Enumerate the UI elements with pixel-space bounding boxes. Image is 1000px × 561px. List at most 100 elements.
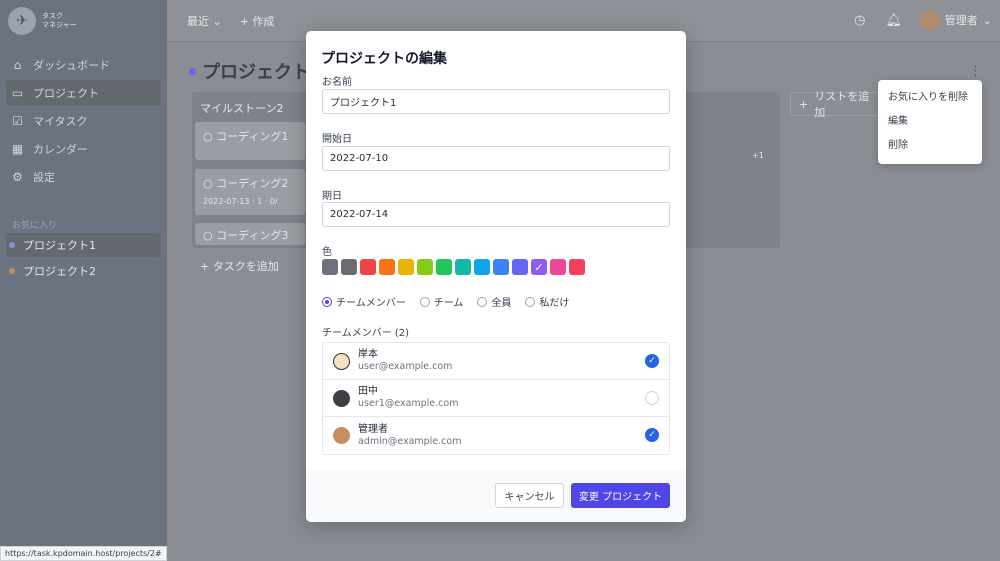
add-list-button[interactable]: + リストを追加: [790, 90, 880, 119]
member-name: 田中: [358, 386, 378, 397]
sidebar-item-calendar[interactable]: ▦ カレンダー: [6, 136, 161, 162]
color-label: 色: [322, 247, 332, 258]
task-check-icon: ○: [203, 177, 213, 190]
favorite-item-label: プロジェクト2: [23, 265, 96, 278]
color-swatch[interactable]: [455, 259, 471, 275]
menu-item-delete[interactable]: 削除: [878, 134, 982, 158]
start-date-input[interactable]: [322, 146, 670, 171]
clock-icon[interactable]: ◷: [852, 12, 868, 28]
color-swatch[interactable]: [493, 259, 509, 275]
radio-label: 全員: [491, 298, 512, 309]
create-label: 作成: [252, 14, 275, 28]
color-swatch[interactable]: [550, 259, 566, 275]
color-swatch[interactable]: [379, 259, 395, 275]
sidebar-item-label: 設定: [33, 171, 55, 184]
menu-item-edit[interactable]: 編集: [878, 110, 982, 134]
menu-item-remove-favorite[interactable]: お気に入りを削除: [878, 86, 982, 110]
home-icon: ⌂: [13, 58, 22, 72]
project-name-input[interactable]: [322, 89, 670, 114]
logo-line2: マネジャー: [42, 21, 77, 29]
member-name: 管理者: [358, 423, 388, 435]
check-circle-icon[interactable]: ✓: [645, 428, 659, 442]
favorite-item-project1[interactable]: プロジェクト1: [6, 233, 161, 257]
color-swatch[interactable]: ✓: [531, 259, 547, 275]
app-logo[interactable]: ✈ タスク マネジャー: [0, 0, 167, 42]
calendar-icon: ▦: [11, 142, 24, 156]
color-swatch[interactable]: [398, 259, 414, 275]
create-button[interactable]: + 作成: [240, 13, 275, 29]
team-member-list: 岸本 user@example.com ✓ 田中 user1@example.c…: [322, 342, 670, 455]
add-task-button[interactable]: + タスクを追加: [200, 258, 279, 274]
sidebar-item-settings[interactable]: ⚙ 設定: [6, 164, 161, 190]
dialog-title: プロジェクトの編集: [321, 51, 447, 67]
task-title: コーディング2: [216, 177, 289, 190]
project-color-dot: [9, 242, 15, 248]
sidebar-item-dashboard[interactable]: ⌂ ダッシュボード: [6, 52, 161, 78]
name-label: お名前: [322, 77, 352, 88]
favorite-item-project2[interactable]: プロジェクト2: [6, 259, 161, 283]
recent-label: 最近: [187, 14, 209, 28]
list-item[interactable]: 岸本 user@example.com ✓: [323, 343, 669, 380]
sidebar-nav: ⌂ ダッシュボード ▭ プロジェクト ☑ マイタスク ▦ カレンダー ⚙ 設定: [0, 52, 167, 190]
color-swatch[interactable]: [341, 259, 357, 275]
radio-circle: [477, 296, 488, 307]
avatar: [333, 352, 350, 370]
list-item[interactable]: 田中 user1@example.com: [323, 380, 669, 417]
member-email: user1@example.com: [358, 398, 459, 409]
color-swatch[interactable]: [474, 259, 490, 275]
radio-label: チーム: [433, 298, 464, 309]
plus-icon: +: [799, 97, 809, 111]
add-task-label: タスクを追加: [212, 260, 279, 273]
project-title-text: プロジェクト1: [202, 62, 323, 83]
color-swatch[interactable]: [436, 259, 452, 275]
due-date-input[interactable]: [322, 202, 670, 227]
task-card[interactable]: ○ コーディング2 2022-07-13 · 1 · 0/: [195, 169, 305, 215]
project-color-dot: [9, 268, 15, 274]
checkbox-icon: ☑: [12, 114, 23, 128]
cancel-button[interactable]: キャンセル: [495, 483, 564, 508]
radio-team-members[interactable]: チームメンバー: [322, 294, 406, 309]
color-swatch[interactable]: [569, 259, 585, 275]
check-circle-icon[interactable]: ✓: [645, 354, 659, 368]
user-menu[interactable]: 管理者 ⌄: [919, 10, 992, 30]
task-date: 2022-07-13: [203, 197, 250, 206]
color-swatch[interactable]: [322, 259, 338, 275]
more-options-icon[interactable]: ⋮: [969, 64, 982, 79]
plus-icon: +: [239, 14, 249, 28]
edit-project-dialog: プロジェクトの編集 お名前 開始日 期日 色 ✓ チームメンバー チーム 全員 …: [306, 31, 686, 522]
sidebar-item-projects[interactable]: ▭ プロジェクト: [6, 80, 161, 106]
favorite-item-label: プロジェクト1: [23, 239, 96, 252]
task-progress: 0/: [269, 197, 278, 206]
topbar-right: ◷ 🔔︎ 管理者 ⌄: [852, 10, 992, 30]
status-bar-url: https://task.kpdomain.host/projects/2#: [0, 546, 167, 561]
extra-assignee-count: +1: [752, 151, 764, 160]
task-card[interactable]: ○ コーディング3: [195, 223, 305, 245]
radio-only-me[interactable]: 私だけ: [525, 294, 569, 309]
radio-team[interactable]: チーム: [419, 294, 464, 309]
sidebar-item-my-tasks[interactable]: ☑ マイタスク: [6, 108, 161, 134]
color-swatch[interactable]: [512, 259, 528, 275]
sidebar-item-label: ダッシュボード: [33, 59, 110, 72]
save-project-button[interactable]: 変更 プロジェクト: [571, 483, 670, 508]
avatar: [333, 427, 350, 444]
task-card[interactable]: ○ コーディング1: [195, 122, 305, 160]
bell-icon[interactable]: 🔔︎: [886, 12, 903, 28]
recent-menu[interactable]: 最近 ⌄: [187, 13, 222, 29]
list-item[interactable]: 管理者 admin@example.com ✓: [323, 417, 669, 454]
radio-everyone[interactable]: 全員: [477, 294, 511, 309]
folder-icon: ▭: [11, 86, 24, 100]
sidebar: ✈ タスク マネジャー ⌂ ダッシュボード ▭ プロジェクト ☑ マイタスク ▦…: [0, 0, 167, 561]
member-email: admin@example.com: [358, 435, 462, 447]
favorites-heading: お気に入り: [12, 221, 58, 231]
page-title: プロジェクト1: [189, 58, 323, 84]
sidebar-item-label: プロジェクト: [33, 87, 99, 100]
visibility-options: チームメンバー チーム 全員 私だけ: [322, 294, 569, 309]
color-swatch[interactable]: [417, 259, 433, 275]
radio-circle: [419, 296, 430, 307]
empty-circle-icon[interactable]: [645, 391, 659, 405]
color-swatch[interactable]: [360, 259, 376, 275]
member-name: 岸本: [358, 349, 378, 360]
sidebar-item-label: マイタスク: [33, 115, 88, 128]
user-name: 管理者: [944, 14, 978, 27]
chevron-down-icon: ⌄: [982, 13, 992, 27]
